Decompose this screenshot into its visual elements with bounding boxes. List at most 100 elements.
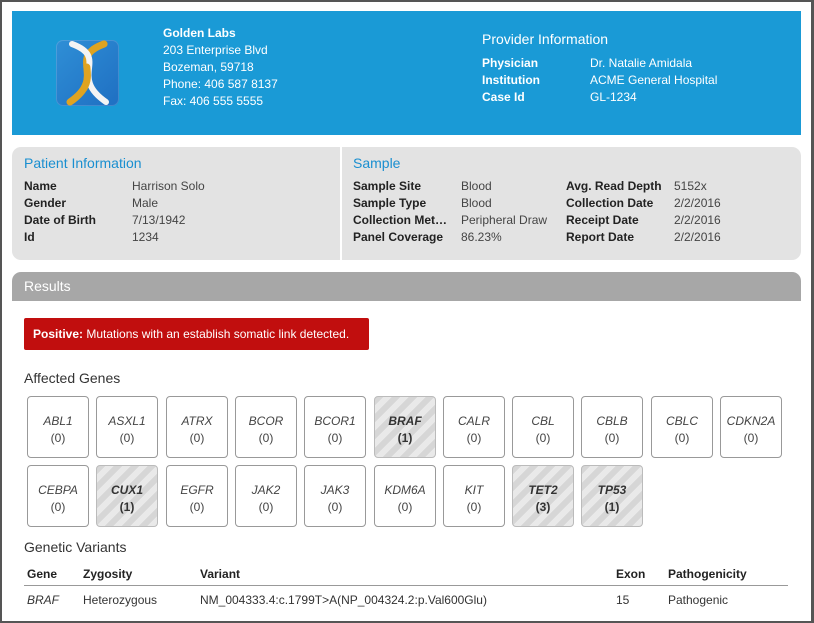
gene-tile: ABL1 (0) bbox=[27, 396, 89, 458]
patient-info-title: Patient Information bbox=[24, 155, 142, 171]
gene-mutation-count: (1) bbox=[604, 500, 620, 514]
patient-label: Gender bbox=[24, 196, 67, 210]
provider-value: Dr. Natalie Amidala bbox=[590, 56, 693, 70]
provider-label: Institution bbox=[482, 73, 540, 87]
gene-mutation-count: (0) bbox=[189, 431, 205, 445]
column-header-exon: Exon bbox=[616, 567, 646, 581]
gene-mutation-count: (0) bbox=[466, 431, 482, 445]
column-header-variant: Variant bbox=[200, 567, 241, 581]
gene-tile: CEBPA (0) bbox=[27, 465, 89, 527]
gene-mutation-count: (0) bbox=[604, 431, 620, 445]
gene-mutation-count: (0) bbox=[258, 431, 274, 445]
gene-tile: CDKN2A (0) bbox=[720, 396, 782, 458]
patient-label: Id bbox=[24, 230, 35, 244]
dna-helix-icon bbox=[56, 40, 119, 106]
provider-info: Physician Dr. Natalie Amidala Institutio… bbox=[482, 55, 790, 106]
sample-value: 5152x bbox=[674, 179, 707, 193]
variant-zygosity: Heterozygous bbox=[83, 593, 158, 607]
genetic-variants-title: Genetic Variants bbox=[24, 539, 127, 555]
alert-message: Mutations with an establish somatic link… bbox=[83, 327, 350, 341]
gene-tile: JAK3 (0) bbox=[304, 465, 366, 527]
gene-mutation-count: (0) bbox=[327, 500, 343, 514]
sample-info-left: Sample Site Blood Sample Type Blood Coll… bbox=[353, 178, 566, 246]
sample-label: Report Date bbox=[566, 230, 635, 244]
gene-name: EGFR bbox=[180, 483, 214, 497]
gene-tile: CALR (0) bbox=[443, 396, 505, 458]
provider-title: Provider Information bbox=[482, 31, 609, 47]
sample-label: Sample Type bbox=[353, 196, 427, 210]
sample-label: Panel Coverage bbox=[353, 230, 444, 244]
sample-title: Sample bbox=[353, 155, 401, 171]
gene-mutation-count: (0) bbox=[743, 431, 759, 445]
gene-mutation-count: (0) bbox=[50, 500, 66, 514]
gene-tile: CBLC (0) bbox=[651, 396, 713, 458]
gene-name: TP53 bbox=[597, 483, 627, 497]
alert-label: Positive: bbox=[33, 327, 84, 341]
sample-label: Collection Date bbox=[566, 196, 654, 210]
gene-tile: TP53 (1) bbox=[581, 465, 643, 527]
variant-gene: BRAF bbox=[27, 593, 60, 607]
gene-tile: BCOR (0) bbox=[235, 396, 297, 458]
lab-address-line2: Bozeman, 59718 bbox=[163, 60, 254, 74]
patient-label: Name bbox=[24, 179, 57, 193]
patient-sample-panel: Patient Information Name Harrison Solo G… bbox=[12, 147, 801, 260]
gene-name: CALR bbox=[457, 414, 490, 428]
sample-value: 2/2/2016 bbox=[674, 213, 721, 227]
gene-tile: CBL (0) bbox=[512, 396, 574, 458]
sample-label: Collection Met… bbox=[353, 213, 448, 227]
gene-name: BRAF bbox=[388, 414, 422, 428]
gene-name: ASXL1 bbox=[108, 414, 146, 428]
gene-tile: ASXL1 (0) bbox=[96, 396, 158, 458]
lab-name: Golden Labs bbox=[163, 26, 236, 40]
variant-pathogenicity: Pathogenic bbox=[668, 593, 729, 607]
patient-info: Name Harrison Solo Gender Male Date of B… bbox=[24, 178, 312, 246]
sample-label: Avg. Read Depth bbox=[566, 179, 662, 193]
column-header-zygosity: Zygosity bbox=[83, 567, 133, 581]
lab-info: Golden Labs 203 Enterprise Blvd Bozeman,… bbox=[163, 25, 278, 110]
gene-name: JAK2 bbox=[251, 483, 281, 497]
sample-value: Peripheral Draw bbox=[461, 213, 548, 227]
sample-value: Blood bbox=[461, 179, 492, 193]
patient-value: 7/13/1942 bbox=[132, 213, 186, 227]
sample-value: 2/2/2016 bbox=[674, 196, 721, 210]
provider-value: ACME General Hospital bbox=[590, 73, 718, 87]
gene-name: BCOR1 bbox=[314, 414, 356, 428]
gene-tile: KDM6A (0) bbox=[374, 465, 436, 527]
variant-hgvs: NM_004333.4:c.1799T>A(NP_004324.2:p.Val6… bbox=[200, 593, 487, 607]
gene-mutation-count: (0) bbox=[119, 431, 135, 445]
gene-mutation-count: (0) bbox=[466, 500, 482, 514]
gene-mutation-count: (3) bbox=[535, 500, 551, 514]
variant-exon: 15 bbox=[616, 593, 630, 607]
gene-name: JAK3 bbox=[320, 483, 350, 497]
lab-phone: Phone: 406 587 8137 bbox=[163, 77, 278, 91]
patient-value: Male bbox=[132, 196, 159, 210]
gene-tile: KIT (0) bbox=[443, 465, 505, 527]
gene-name: CBLC bbox=[665, 414, 698, 428]
gene-name: ATRX bbox=[181, 414, 213, 428]
affected-genes-title: Affected Genes bbox=[24, 370, 121, 386]
gene-name: CEBPA bbox=[38, 483, 78, 497]
gene-name: CBL bbox=[531, 414, 555, 428]
gene-name: CDKN2A bbox=[726, 414, 776, 428]
gene-mutation-count: (0) bbox=[327, 431, 343, 445]
sample-info-right: Avg. Read Depth 5152x Collection Date 2/… bbox=[566, 178, 774, 246]
gene-tile: BRAF (1) bbox=[374, 396, 436, 458]
sample-value: Blood bbox=[461, 196, 492, 210]
gene-mutation-count: (0) bbox=[258, 500, 274, 514]
gene-mutation-count: (0) bbox=[535, 431, 551, 445]
gene-name: CBLB bbox=[596, 414, 628, 428]
provider-label: Case Id bbox=[482, 90, 525, 104]
gene-tile: ATRX (0) bbox=[166, 396, 228, 458]
patient-value: 1234 bbox=[132, 230, 159, 244]
gene-name: BCOR bbox=[248, 414, 284, 428]
sample-label: Receipt Date bbox=[566, 213, 639, 227]
variants-table-header: Gene Zygosity Variant Exon Pathogenicity bbox=[24, 560, 788, 586]
gene-tile: JAK2 (0) bbox=[235, 465, 297, 527]
lab-fax: Fax: 406 555 5555 bbox=[163, 94, 264, 108]
gene-tile: BCOR1 (0) bbox=[304, 396, 366, 458]
gene-mutation-count: (0) bbox=[397, 500, 413, 514]
column-header-gene: Gene bbox=[27, 567, 58, 581]
patient-value: Harrison Solo bbox=[132, 179, 205, 193]
results-title: Results bbox=[12, 272, 801, 301]
gene-mutation-count: (1) bbox=[397, 431, 413, 445]
